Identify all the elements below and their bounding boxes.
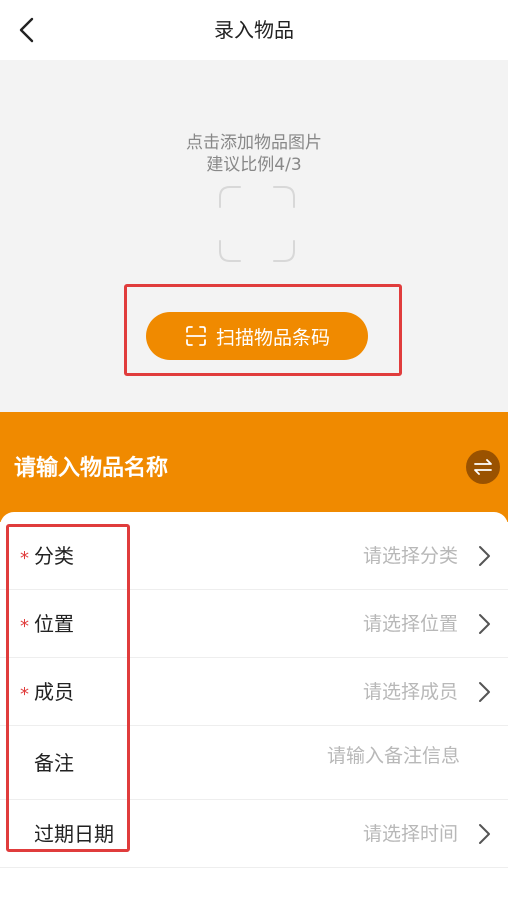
form-row-value: 请选择成员: [362, 681, 458, 703]
swap-button[interactable]: [466, 450, 500, 484]
chevron-right-icon: [479, 546, 490, 566]
scan-button-label: 扫描物品条码: [215, 326, 330, 349]
swap-icon: [474, 459, 492, 475]
photo-hint: 点击添加物品图片 建议比例4/3: [0, 132, 508, 176]
chevron-right-icon: [479, 682, 490, 702]
form-row-value: 请选择位置: [362, 613, 458, 635]
form-row-value: 请选择时间: [362, 823, 458, 845]
page-title: 录入物品: [214, 18, 294, 42]
note-input[interactable]: 请输入备注信息: [327, 726, 460, 786]
image-frame-icon[interactable]: [218, 185, 296, 263]
chevron-right-icon: [479, 614, 490, 634]
scan-barcode-button[interactable]: 扫描物品条码: [146, 312, 368, 360]
field-labels-highlight: [6, 524, 130, 852]
photo-hint-line2: 建议比例4/3: [206, 155, 302, 175]
photo-hint-line1: 点击添加物品图片: [186, 133, 322, 153]
form-row-value: 请选择分类: [362, 545, 458, 567]
top-bar: 录入物品: [0, 0, 508, 60]
item-name-input[interactable]: [14, 448, 414, 488]
chevron-right-icon: [479, 824, 490, 844]
scan-icon: [186, 326, 206, 346]
